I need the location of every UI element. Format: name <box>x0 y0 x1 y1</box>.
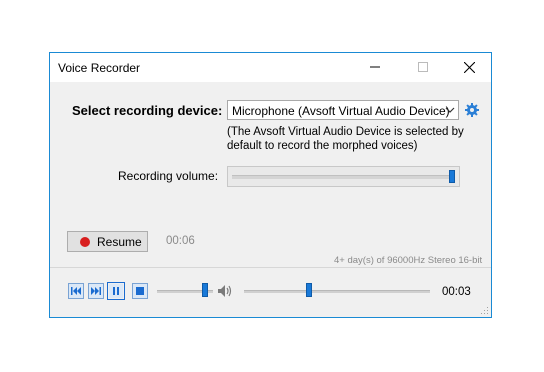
voice-recorder-window: Voice Recorder Select recording device: … <box>49 52 492 318</box>
title-bar: Voice Recorder <box>50 53 491 82</box>
volume-rail <box>232 175 455 179</box>
window-title: Voice Recorder <box>58 61 141 75</box>
skip-back-icon <box>68 283 84 299</box>
recording-device-select[interactable]: Microphone (Avsoft Virtual Audio Device) <box>227 100 459 120</box>
device-note: (The Avsoft Virtual Audio Device is sele… <box>227 126 464 152</box>
resume-button[interactable]: Resume <box>67 231 148 252</box>
stop-icon <box>132 283 148 299</box>
recording-volume-slider[interactable] <box>227 166 460 187</box>
divider <box>50 267 491 268</box>
record-dot-icon <box>80 237 90 247</box>
playback-volume-thumb[interactable] <box>202 283 208 297</box>
skip-back-button[interactable] <box>67 282 85 300</box>
close-button[interactable] <box>446 53 492 82</box>
format-info: 4+ day(s) of 96000Hz Stereo 16-bit <box>334 255 483 266</box>
skip-forward-button[interactable] <box>87 282 105 300</box>
maximize-button[interactable] <box>400 53 446 82</box>
minimize-button[interactable] <box>352 53 398 82</box>
volume-slider-thumb[interactable] <box>449 170 455 183</box>
gear-icon[interactable] <box>465 103 479 117</box>
maximize-icon <box>418 62 428 72</box>
playback-time: 00:03 <box>442 286 471 298</box>
speaker-icon[interactable] <box>217 284 233 298</box>
resume-label: Resume <box>97 235 142 249</box>
pause-button[interactable] <box>107 282 125 300</box>
device-select-value: Microphone (Avsoft Virtual Audio Device) <box>232 104 450 118</box>
resize-grip-icon[interactable] <box>481 307 489 315</box>
pause-icon <box>109 284 123 298</box>
close-icon <box>463 61 475 74</box>
chevron-down-icon <box>445 107 455 113</box>
recording-volume-label: Recording volume: <box>118 169 219 183</box>
playback-position-slider[interactable] <box>244 290 430 293</box>
playback-position-thumb[interactable] <box>306 283 312 297</box>
stop-button[interactable] <box>131 282 149 300</box>
recording-elapsed-time: 00:06 <box>166 235 195 247</box>
skip-forward-icon <box>88 283 104 299</box>
device-label: Select recording device: <box>72 103 223 118</box>
minimize-icon <box>370 66 380 68</box>
